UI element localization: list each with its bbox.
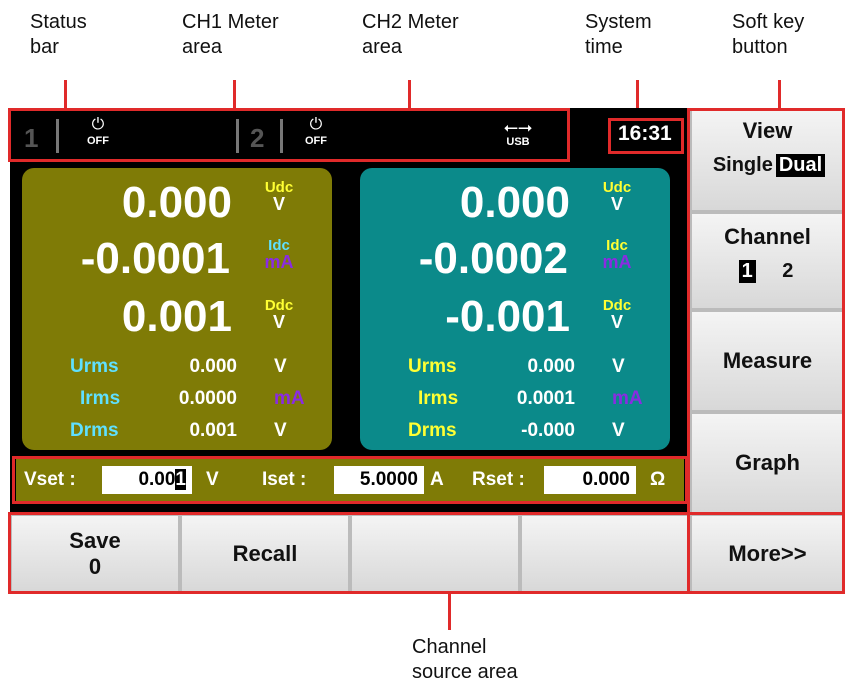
channel-2-option: 2 xyxy=(782,260,794,282)
ch1-voltage-value: 0.000 xyxy=(121,178,232,227)
vset-cursor-digit: 1 xyxy=(175,469,186,490)
measure-softkey[interactable]: Measure xyxy=(690,310,845,412)
separator xyxy=(236,119,239,153)
vset-value: 0.00 xyxy=(138,469,176,490)
ch1-voltage-unit-text: V xyxy=(272,194,285,214)
ch1-indicator: 1 xyxy=(24,123,39,153)
annotation-soft-key: Soft key button xyxy=(732,11,805,58)
graph-label: Graph xyxy=(735,450,800,475)
ch1-drms-value: 0.001 xyxy=(189,420,237,441)
ch2-current-unit-text: mA xyxy=(602,252,632,272)
ch2-power-label: OFF xyxy=(305,135,327,147)
ch2-urms-value: 0.000 xyxy=(527,356,575,377)
ch2-urms-label: Urms xyxy=(408,356,457,377)
ch2-indicator: 2 xyxy=(250,123,265,153)
leader-softkey xyxy=(778,80,781,110)
ch2-drms-unit: V xyxy=(612,420,625,441)
ch2-meter-area: 0.000 Udc V -0.0002 Idc mA -0.001 Ddc V … xyxy=(360,168,670,450)
ch1-current-unit-text: mA xyxy=(264,252,294,272)
channel-1-option: 1 xyxy=(738,260,756,283)
vset-label: Vset : xyxy=(24,469,76,490)
ch2-current-value: -0.0002 xyxy=(418,234,568,283)
iset-field[interactable]: 5.0000 xyxy=(334,466,424,494)
separator xyxy=(280,119,283,153)
ch2-drms-value: -0.000 xyxy=(521,420,575,441)
separator xyxy=(56,119,59,153)
recall-label: Recall xyxy=(232,540,298,566)
channel-softkey[interactable]: Channel 1 2 xyxy=(690,212,845,310)
annotation-ch1-meter: CH1 Meter area xyxy=(182,11,279,58)
usb-status: ⭠⭢ USB xyxy=(498,118,538,156)
ch1-meter-area: 0.000 Udc V -0.0001 Idc mA 0.001 Ddc V U… xyxy=(22,168,332,450)
ch1-urms-unit: V xyxy=(274,356,287,377)
save-value: 0 xyxy=(88,553,102,579)
ch1-power-value: 0.001 xyxy=(121,292,232,341)
usb-label: USB xyxy=(506,136,530,148)
rset-unit: Ω xyxy=(650,469,666,490)
status-bar: 1 ⏻ OFF 2 ⏻ OFF ⭠⭢ USB 16:31 xyxy=(10,108,688,164)
ch1-power-unit: Ddc V xyxy=(259,298,299,332)
rset-label: Rset : xyxy=(472,469,525,490)
ch1-irms-label: Irms xyxy=(80,388,121,409)
instrument-screen: 1 ⏻ OFF 2 ⏻ OFF ⭠⭢ USB 16:31 0.000 Udc V… xyxy=(10,108,845,593)
ch1-voltage-unit: Udc V xyxy=(259,180,299,214)
ch2-voltage-value: 0.000 xyxy=(459,178,570,227)
power-icon: ⏻ xyxy=(91,116,105,133)
view-single-option: Single xyxy=(712,154,773,176)
iset-unit: A xyxy=(430,469,444,490)
ch1-urms-label: Urms xyxy=(70,356,119,377)
ch2-irms-value: 0.0001 xyxy=(516,388,575,409)
blank-key-1[interactable] xyxy=(350,514,520,593)
save-label: Save xyxy=(69,527,121,553)
graph-softkey[interactable]: Graph xyxy=(690,412,845,514)
blank-key-2[interactable] xyxy=(520,514,690,593)
ch1-power-label: OFF xyxy=(87,135,109,147)
view-label: View xyxy=(742,118,793,143)
ch1-power-status: ⏻ OFF xyxy=(80,117,116,155)
channel-source-area: Vset : 0.001 V Iset : 5.0000 A Rset : 0.… xyxy=(16,458,684,502)
more-softkey[interactable]: More>> xyxy=(690,514,845,593)
ch2-voltage-unit-text: V xyxy=(610,194,623,214)
ch2-power-unit-text: V xyxy=(610,312,623,332)
ch2-drms-label: Drms xyxy=(408,420,457,441)
save-button[interactable]: Save 0 xyxy=(10,514,180,593)
ch1-drms-unit: V xyxy=(274,420,287,441)
ch1-current-value: -0.0001 xyxy=(80,234,230,283)
ch1-urms-value: 0.000 xyxy=(189,356,237,377)
more-label: More>> xyxy=(728,541,807,566)
ch2-power-unit: Ddc V xyxy=(597,298,637,332)
ch2-power-status: ⏻ OFF xyxy=(298,117,334,155)
ch2-current-unit: Idc mA xyxy=(597,238,637,272)
ch2-urms-unit: V xyxy=(612,356,625,377)
ch2-irms-label: Irms xyxy=(418,388,459,409)
leader-status-bar xyxy=(64,80,67,110)
iset-label: Iset : xyxy=(262,469,307,490)
measure-label: Measure xyxy=(722,348,813,373)
view-dual-option: Dual xyxy=(775,154,826,177)
ch1-irms-unit: mA xyxy=(274,388,305,409)
ch1-drms-label: Drms xyxy=(70,420,119,441)
channel-label: Channel xyxy=(724,224,811,249)
vset-unit: V xyxy=(206,469,219,490)
ch2-power-value: -0.001 xyxy=(445,292,570,341)
ch2-irms-unit: mA xyxy=(612,388,643,409)
ch2-voltage-unit: Udc V xyxy=(597,180,637,214)
ch1-current-unit: Idc mA xyxy=(259,238,299,272)
annotation-channel-source: Channel source area xyxy=(412,636,518,683)
annotation-status-bar: Status bar xyxy=(30,11,87,58)
usb-icon: ⭠⭢ xyxy=(503,117,533,137)
view-softkey[interactable]: View Single Dual xyxy=(690,108,845,212)
annotation-system-time: System time xyxy=(585,11,652,58)
ch1-irms-value: 0.0000 xyxy=(178,388,237,409)
rset-field[interactable]: 0.000 xyxy=(544,466,636,494)
ch1-power-unit-text: V xyxy=(272,312,285,332)
vset-field[interactable]: 0.001 xyxy=(102,466,192,494)
system-time: 16:31 xyxy=(618,122,672,145)
power-icon: ⏻ xyxy=(309,116,323,133)
annotation-ch2-meter: CH2 Meter area xyxy=(362,11,459,58)
recall-button[interactable]: Recall xyxy=(180,514,350,593)
